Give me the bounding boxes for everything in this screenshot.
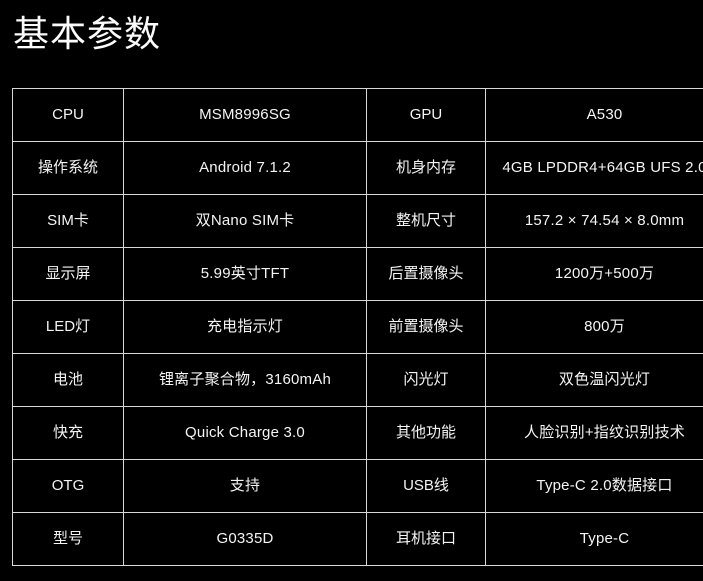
spec-label-right: 整机尺寸: [366, 194, 486, 248]
spec-label-right: 后置摄像头: [366, 247, 486, 301]
table-row: 型号 G0335D 耳机接口 Type-C: [12, 512, 703, 566]
spec-label-right: 机身内存: [366, 141, 486, 195]
spec-label-right: 闪光灯: [366, 353, 486, 407]
spec-label-right: GPU: [366, 88, 486, 142]
table-row: 快充 Quick Charge 3.0 其他功能 人脸识别+指纹识别技术: [12, 406, 703, 460]
spec-value-left: 5.99英寸TFT: [123, 247, 367, 301]
spec-value-left: MSM8996SG: [123, 88, 367, 142]
spec-value-right: 人脸识别+指纹识别技术: [485, 406, 703, 460]
spec-label-left: OTG: [12, 459, 124, 513]
spec-value-right: 双色温闪光灯: [485, 353, 703, 407]
spec-value-right: 1200万+500万: [485, 247, 703, 301]
table-row: 电池 锂离子聚合物，3160mAh 闪光灯 双色温闪光灯: [12, 353, 703, 407]
spec-value-right: Type-C 2.0数据接口: [485, 459, 703, 513]
spec-value-right: Type-C: [485, 512, 703, 566]
spec-label-right: 前置摄像头: [366, 300, 486, 354]
spec-label-left: CPU: [12, 88, 124, 142]
spec-label-left: 快充: [12, 406, 124, 460]
spec-value-left: 锂离子聚合物，3160mAh: [123, 353, 367, 407]
spec-value-left: 充电指示灯: [123, 300, 367, 354]
spec-value-left: Quick Charge 3.0: [123, 406, 367, 460]
table-row: OTG 支持 USB线 Type-C 2.0数据接口: [12, 459, 703, 513]
spec-label-left: SIM卡: [12, 194, 124, 248]
page-title: 基本参数: [13, 13, 162, 54]
spec-table-container: CPU MSM8996SG GPU A530 操作系统 Android 7.1.2 机身内存…: [12, 88, 703, 566]
spec-value-left: 支持: [123, 459, 367, 513]
spec-label-left: 操作系统: [12, 141, 124, 195]
spec-label-left: 型号: [12, 512, 124, 566]
basic-parameters-table: CPU MSM8996SG GPU A530 操作系统 Android 7.1.2 机身内存…: [12, 88, 703, 566]
spec-value-right: 800万: [485, 300, 703, 354]
spec-label-left: 显示屏: [12, 247, 124, 301]
table-row: 操作系统 Android 7.1.2 机身内存 4GB LPDDR4+64GB UFS…: [12, 141, 703, 195]
table-row: SIM卡 双Nano SIM卡 整机尺寸 157.2 × 74.54 × 8.0mm: [12, 194, 703, 248]
table-row: CPU MSM8996SG GPU A530: [12, 88, 703, 142]
spec-label-right: 其他功能: [366, 406, 486, 460]
spec-sheet-page: 基本参数 CPU MSM8996SG GPU A530 操作系统 Android 7.1.…: [0, 0, 703, 581]
spec-value-left: 双Nano SIM卡: [123, 194, 367, 248]
spec-value-right: 157.2 × 74.54 × 8.0mm: [485, 194, 703, 248]
spec-value-left: G0335D: [123, 512, 367, 566]
table-row: LED灯 充电指示灯 前置摄像头 800万: [12, 300, 703, 354]
spec-value-right: 4GB LPDDR4+64GB UFS 2.0: [485, 141, 703, 195]
spec-label-left: LED灯: [12, 300, 124, 354]
spec-table-body: CPU MSM8996SG GPU A530 操作系统 Android 7.1.2 机身内存…: [12, 88, 703, 566]
spec-label-right: 耳机接口: [366, 512, 486, 566]
spec-value-right: A530: [485, 88, 703, 142]
spec-label-left: 电池: [12, 353, 124, 407]
table-row: 显示屏 5.99英寸TFT 后置摄像头 1200万+500万: [12, 247, 703, 301]
spec-label-right: USB线: [366, 459, 486, 513]
spec-value-left: Android 7.1.2: [123, 141, 367, 195]
